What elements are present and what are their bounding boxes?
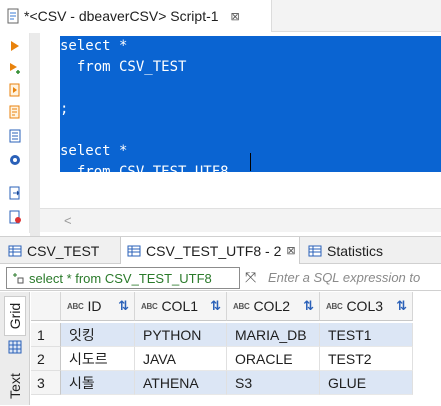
code-line: select * xyxy=(60,38,128,54)
tab-csv-test[interactable]: CSV_TEST xyxy=(2,237,114,264)
text-cursor xyxy=(250,153,251,171)
tab-label: CSV_TEST xyxy=(27,242,100,259)
table-icon xyxy=(127,245,141,256)
text-type-icon: ABC xyxy=(141,301,158,311)
editor-toolbar xyxy=(0,33,30,233)
load-script-icon[interactable] xyxy=(8,129,22,143)
explain-plan-icon[interactable] xyxy=(8,105,22,119)
export-icon[interactable] xyxy=(8,186,22,200)
table-cell[interactable]: ATHENA xyxy=(135,371,227,395)
column-header-col2[interactable]: ABC COL2 ⇅ xyxy=(227,292,320,321)
view-mode-tabs: Grid Text xyxy=(0,292,30,405)
save-icon[interactable] xyxy=(8,210,22,224)
table-cell[interactable]: ORACLE xyxy=(227,347,320,371)
tab-label: CSV_TEST_UTF8 - 2 xyxy=(146,242,282,259)
expand-filter-icon[interactable]: ⤧ xyxy=(245,269,256,286)
table-cell[interactable]: 시돌 xyxy=(61,371,135,395)
execute-script-icon[interactable] xyxy=(8,83,22,97)
filter-input[interactable]: Enter a SQL expression to xyxy=(268,270,420,285)
settings-icon[interactable] xyxy=(8,153,22,167)
column-label: COL3 xyxy=(346,298,384,314)
table-cell[interactable]: PYTHON xyxy=(135,323,227,347)
close-icon[interactable]: ⊠ xyxy=(286,244,295,257)
row-number-header xyxy=(31,292,61,321)
query-icon xyxy=(13,273,24,284)
filter-bar: select * from CSV_TEST_UTF8 ⤧ Enter a SQ… xyxy=(0,265,441,291)
row-number[interactable]: 3 xyxy=(31,371,61,395)
sort-filter-icon[interactable]: ⇅ xyxy=(210,298,221,314)
statistics-icon xyxy=(308,245,322,256)
text-type-icon: ABC xyxy=(326,301,343,311)
table-cell[interactable]: S3 xyxy=(227,371,320,395)
table-cell[interactable]: GLUE xyxy=(320,371,413,395)
sort-filter-icon[interactable]: ⇅ xyxy=(118,298,129,314)
tab-statistics[interactable]: Statistics xyxy=(302,237,412,264)
fold-margin xyxy=(30,33,40,238)
query-text-box[interactable]: select * from CSV_TEST_UTF8 xyxy=(6,267,240,289)
table-cell[interactable]: 시도르 xyxy=(61,347,135,371)
row-number[interactable]: 1 xyxy=(31,323,61,347)
table-cell[interactable]: TEST1 xyxy=(320,323,413,347)
tab-grid[interactable]: Grid xyxy=(4,296,26,336)
sort-filter-icon[interactable]: ⇅ xyxy=(303,298,314,314)
code-line: from CSV_TEST xyxy=(60,59,187,75)
editor-tab-title: *<CSV - dbeaverCSV> Script-1 xyxy=(24,8,219,24)
table-icon xyxy=(8,245,22,256)
results-grid: ABC ID ⇅ ABC COL1 ⇅ ABC COL2 ⇅ ABC COL3 … xyxy=(31,292,441,405)
column-header-id[interactable]: ABC ID ⇅ xyxy=(61,292,135,321)
column-header-col1[interactable]: ABC COL1 ⇅ xyxy=(135,292,227,321)
grid-icon[interactable] xyxy=(8,340,22,354)
table-cell[interactable]: 잇킹 xyxy=(61,323,135,347)
table-cell[interactable]: TEST2 xyxy=(320,347,413,371)
execute-in-new-tab-icon[interactable] xyxy=(8,61,22,75)
tab-grid-label: Grid xyxy=(7,302,24,330)
column-header-col3[interactable]: ABC COL3 ⇅ xyxy=(320,292,413,321)
table-cell[interactable]: JAVA xyxy=(135,347,227,371)
execute-statement-icon[interactable] xyxy=(8,39,22,53)
horizontal-scrollbar[interactable]: < xyxy=(40,208,441,232)
column-label: COL1 xyxy=(161,298,199,314)
tab-csv-test-utf8[interactable]: CSV_TEST_UTF8 - 2 ⊠ xyxy=(120,237,300,264)
tab-label: Statistics xyxy=(327,242,384,259)
editor-tab-bar: *<CSV - dbeaverCSV> Script-1 ⊠ xyxy=(0,0,441,32)
column-label: ID xyxy=(87,298,102,314)
tab-text-label: Text xyxy=(7,373,23,399)
sql-script-icon xyxy=(7,8,19,24)
row-number[interactable]: 2 xyxy=(31,347,61,371)
text-type-icon: ABC xyxy=(67,301,84,311)
close-icon[interactable]: ⊠ xyxy=(231,10,240,23)
sort-filter-icon[interactable]: ⇅ xyxy=(396,298,407,314)
query-text: select * from CSV_TEST_UTF8 xyxy=(29,270,212,286)
code-line: ; xyxy=(60,101,69,117)
table-cell[interactable]: MARIA_DB xyxy=(227,323,320,347)
column-label: COL2 xyxy=(253,298,291,314)
tab-text[interactable]: Text xyxy=(4,366,26,406)
results-tab-bar: CSV_TEST CSV_TEST_UTF8 - 2 ⊠ Statistics xyxy=(0,236,441,264)
editor-tab-script-1[interactable]: *<CSV - dbeaverCSV> Script-1 ⊠ xyxy=(0,0,272,32)
text-type-icon: ABC xyxy=(233,301,250,311)
scroll-left-icon[interactable]: < xyxy=(64,213,72,228)
